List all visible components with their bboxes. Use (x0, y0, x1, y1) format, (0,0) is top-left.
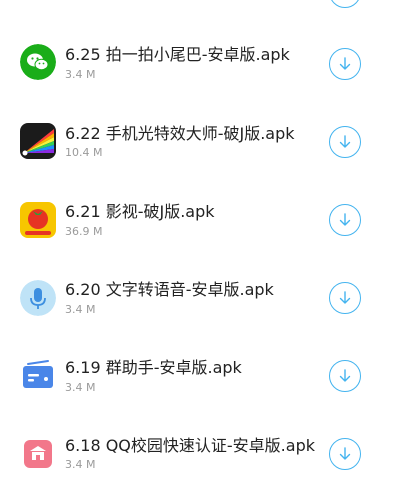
list-item[interactable]: 6.22 手机光特效大师-破J版.apk 10.4 M (0, 102, 400, 180)
download-icon (339, 369, 351, 382)
download-button[interactable] (329, 48, 361, 80)
file-size: 3.4 M (65, 303, 96, 316)
download-button[interactable] (329, 126, 361, 158)
file-size: 3.4 M (65, 68, 96, 81)
download-button[interactable] (329, 0, 361, 8)
download-icon (339, 135, 351, 148)
list-item[interactable]: 6.19 群助手-安卓版.apk 3.4 M (0, 336, 400, 414)
wechat-icon (20, 44, 56, 80)
file-name: 6.19 群助手-安卓版.apk (65, 358, 242, 377)
list-item[interactable]: 6.21 影视-破J版.apk 36.9 M (0, 180, 400, 258)
file-name: 6.22 手机光特效大师-破J版.apk (65, 124, 295, 143)
file-name: 6.25 拍一拍小尾巴-安卓版.apk (65, 45, 290, 64)
file-size: 3.4 M (65, 381, 96, 394)
light-effect-app-icon (20, 123, 56, 159)
campus-app-icon (20, 436, 56, 472)
file-name: 6.18 QQ校园快速认证-安卓版.apk (65, 436, 315, 455)
download-icon (339, 291, 351, 304)
tomato-app-icon (20, 202, 56, 238)
download-button[interactable] (329, 438, 361, 470)
download-button[interactable] (329, 282, 361, 314)
card-app-icon (20, 358, 56, 394)
file-name: 6.21 影视-破J版.apk (65, 202, 215, 221)
microphone-icon (20, 280, 56, 316)
file-size: 3.4 M (65, 458, 96, 471)
file-size: 10.4 M (65, 146, 103, 159)
list-item[interactable]: 6.18 QQ校园快速认证-安卓版.apk 3.4 M (0, 414, 400, 492)
list-item[interactable]: 6.20 文字转语音-安卓版.apk 3.4 M (0, 258, 400, 336)
partial-list-item (0, 0, 400, 8)
download-button[interactable] (329, 204, 361, 236)
file-name: 6.20 文字转语音-安卓版.apk (65, 280, 274, 299)
file-size: 36.9 M (65, 225, 103, 238)
download-icon (339, 213, 351, 226)
download-button[interactable] (329, 360, 361, 392)
download-icon (339, 57, 351, 70)
file-list: 6.25 拍一拍小尾巴-安卓版.apk 3.4 M 6.22 手机光特效大师-破… (0, 0, 400, 501)
list-item[interactable]: 6.25 拍一拍小尾巴-安卓版.apk 3.4 M (0, 24, 400, 102)
download-icon (339, 447, 351, 460)
